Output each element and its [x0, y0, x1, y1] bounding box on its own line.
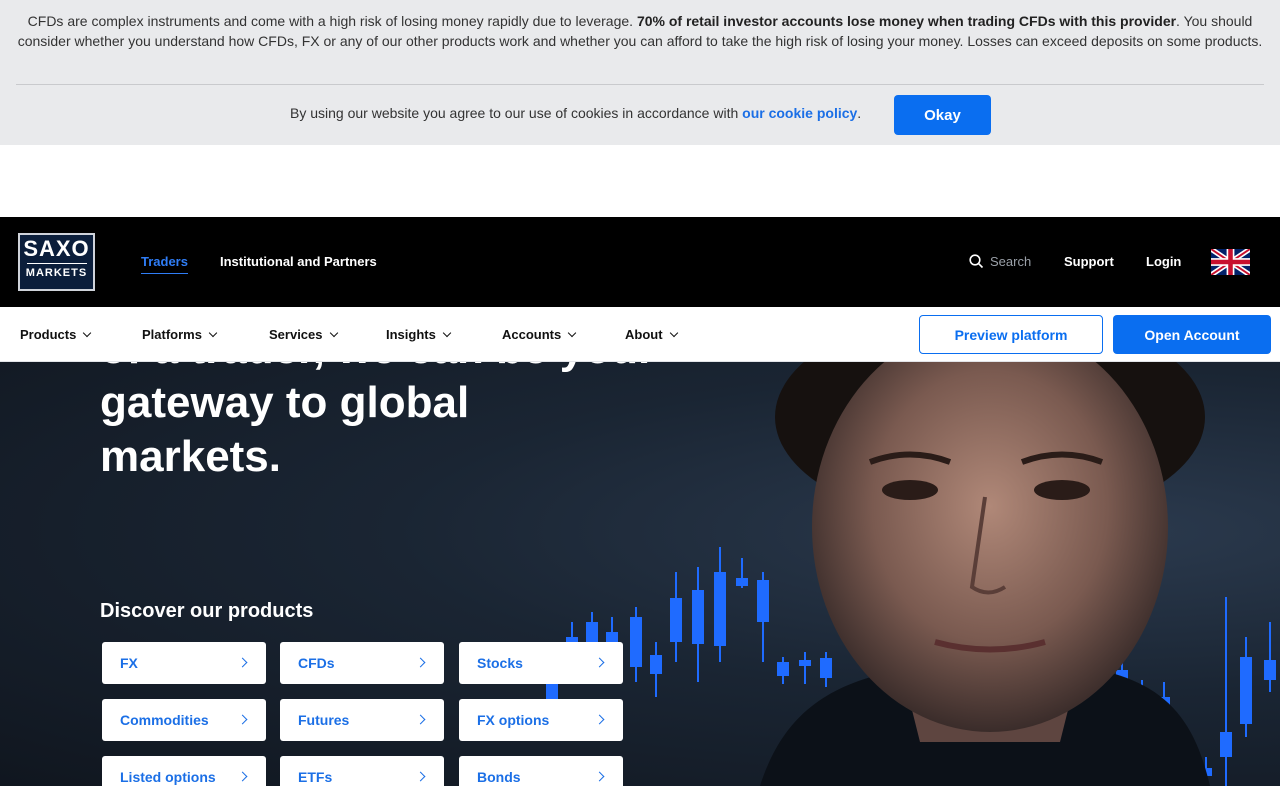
candle-body [757, 580, 769, 622]
candle-body [799, 660, 811, 666]
chevron-down-icon [83, 328, 92, 338]
preview-platform-button[interactable]: Preview platform [919, 315, 1103, 354]
search-icon [969, 254, 984, 269]
hero-heading: of a trader, we can be your gateway to g… [100, 362, 655, 481]
candle-body [650, 655, 662, 674]
product-cfds[interactable]: CFDs [280, 642, 444, 684]
product-label: Futures [298, 712, 350, 728]
secondary-navigation: Products Platforms Services Insights Acc… [0, 307, 1280, 362]
risk-text-bold: 70% of retail investor accounts lose mon… [636, 13, 1177, 29]
product-etfs[interactable]: ETFs [280, 756, 444, 786]
saxo-markets-logo[interactable]: SAXO MARKETS [18, 233, 95, 291]
product-fx-options[interactable]: FX options [459, 699, 623, 741]
logo-top-text: SAXO [23, 236, 90, 261]
chevron-right-icon [594, 714, 605, 725]
cookie-period: . [857, 105, 862, 121]
menu-products[interactable]: Products [20, 327, 92, 342]
chevron-right-icon [415, 771, 426, 782]
candle-body [1240, 657, 1252, 724]
product-futures[interactable]: Futures [280, 699, 444, 741]
logo-bottom-text: MARKETS [25, 267, 88, 279]
banner-divider [16, 84, 1264, 85]
logo-divider [26, 263, 87, 264]
menu-platforms[interactable]: Platforms [142, 327, 218, 342]
menu-accounts-label: Accounts [502, 327, 562, 342]
cookie-text: By using our website you agree to our us… [290, 105, 861, 121]
cookie-text-main: By using our website you agree to our us… [290, 105, 743, 121]
discover-products-title: Discover our products [100, 600, 314, 622]
menu-services[interactable]: Services [269, 327, 338, 342]
candle-body [777, 662, 789, 676]
menu-about-label: About [625, 327, 663, 342]
product-bonds[interactable]: Bonds [459, 756, 623, 786]
candle-body [630, 617, 642, 667]
product-listed-options[interactable]: Listed options [102, 756, 266, 786]
nav-support[interactable]: Support [1064, 254, 1114, 269]
search-label: Search [990, 254, 1032, 269]
candle-body [692, 590, 704, 644]
open-account-button[interactable]: Open Account [1113, 315, 1271, 354]
hero-section: of a trader, we can be your gateway to g… [0, 362, 1280, 786]
risk-text-start: CFDs are complex instruments and come wi… [27, 13, 637, 29]
candle-body [670, 598, 682, 642]
product-label: CFDs [298, 655, 335, 671]
menu-products-label: Products [20, 327, 77, 342]
menu-services-label: Services [269, 327, 323, 342]
chevron-right-icon [415, 657, 426, 668]
chevron-down-icon [329, 328, 338, 338]
menu-platforms-label: Platforms [142, 327, 202, 342]
chevron-right-icon [237, 771, 248, 782]
nav-traders[interactable]: Traders [141, 254, 188, 274]
nav-institutional-partners[interactable]: Institutional and Partners [220, 254, 377, 269]
cookie-policy-link[interactable]: our cookie policy [742, 105, 857, 121]
chevron-right-icon [237, 657, 248, 668]
product-commodities[interactable]: Commodities [102, 699, 266, 741]
risk-warning-text: CFDs are complex instruments and come wi… [16, 11, 1264, 51]
nav-login[interactable]: Login [1146, 254, 1181, 269]
product-stocks[interactable]: Stocks [459, 642, 623, 684]
candle-body [714, 572, 726, 646]
risk-cookie-banner: CFDs are complex instruments and come wi… [0, 0, 1280, 145]
product-label: FX [120, 655, 138, 671]
chevron-down-icon [442, 328, 452, 338]
chevron-right-icon [415, 714, 426, 725]
top-navigation: SAXO MARKETS Traders Institutional and P… [0, 217, 1280, 307]
product-label: Stocks [477, 655, 523, 671]
chevron-right-icon [237, 714, 248, 725]
menu-about[interactable]: About [625, 327, 678, 342]
candle-body [820, 658, 832, 678]
chevron-down-icon [208, 328, 218, 338]
search-link[interactable]: Search [969, 254, 1031, 269]
product-label: FX options [477, 712, 550, 728]
menu-accounts[interactable]: Accounts [502, 327, 577, 342]
candle-body [1220, 732, 1232, 757]
product-label: Commodities [120, 712, 209, 728]
candle-body [1264, 660, 1276, 680]
chevron-right-icon [594, 657, 605, 668]
menu-insights-label: Insights [386, 327, 436, 342]
menu-insights[interactable]: Insights [386, 327, 452, 342]
product-label: ETFs [298, 769, 333, 785]
uk-flag-icon[interactable] [1211, 249, 1250, 275]
okay-button[interactable]: Okay [894, 95, 991, 135]
candle-body [736, 578, 748, 586]
chevron-down-icon [567, 328, 577, 338]
chevron-down-icon [669, 328, 678, 338]
cookie-notice: By using our website you agree to our us… [0, 95, 1280, 135]
product-label: Listed options [120, 769, 216, 785]
product-label: Bonds [477, 769, 521, 785]
product-fx[interactable]: FX [102, 642, 266, 684]
chevron-right-icon [594, 771, 605, 782]
